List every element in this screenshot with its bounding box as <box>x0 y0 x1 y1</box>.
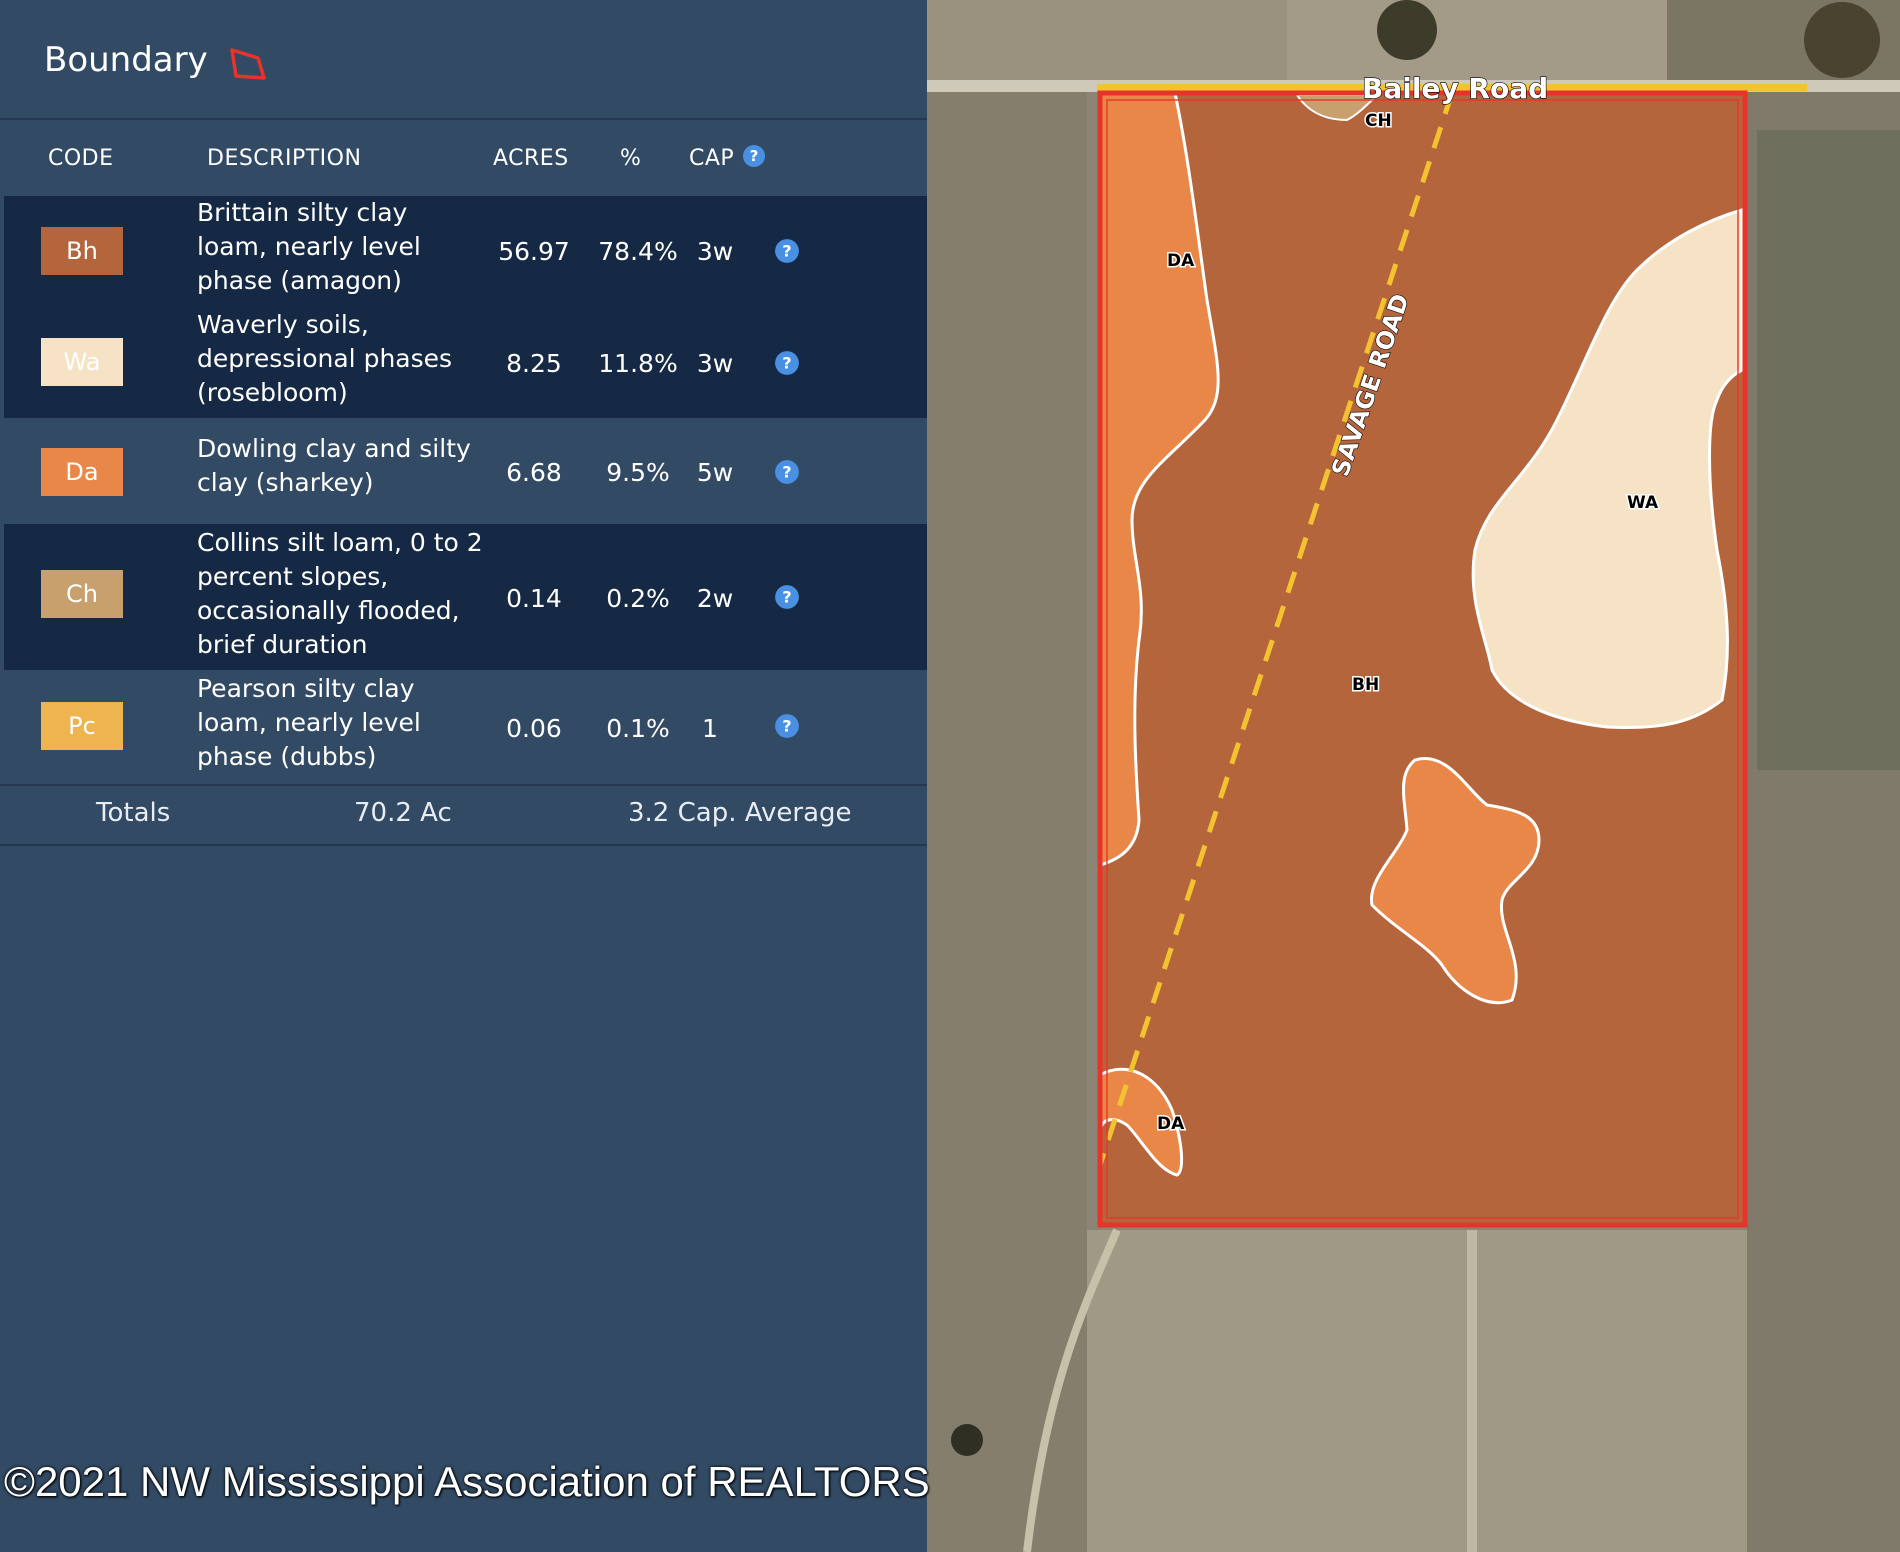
totals-label: Totals <box>96 798 171 828</box>
soil-description: Collins silt loam, 0 to 2 percent slopes… <box>197 526 487 662</box>
desc-line: phase (amagon) <box>197 266 402 295</box>
acres-value: 56.97 <box>498 237 570 266</box>
help-icon[interactable]: ? <box>774 459 800 485</box>
help-icon[interactable]: ? <box>774 713 800 739</box>
soil-code-swatch: Ch <box>41 570 123 618</box>
desc-line: (rosebloom) <box>197 378 348 407</box>
field-patch <box>1287 0 1667 80</box>
desc-line: brief duration <box>197 630 368 659</box>
desc-line: Brittain silty clay <box>197 198 408 227</box>
soil-label: BH <box>1352 675 1379 695</box>
desc-line: Collins silt loam, 0 to 2 <box>197 528 483 557</box>
soil-code-swatch: Bh <box>41 227 123 275</box>
svg-text:?: ? <box>782 716 791 735</box>
soil-description: Waverly soils, depressional phases (rose… <box>197 308 487 410</box>
acres-value: 0.14 <box>506 584 562 613</box>
boundary-polygon-icon[interactable] <box>228 44 268 82</box>
svg-text:?: ? <box>782 462 791 481</box>
cap-value: 3w <box>696 349 734 378</box>
table-row[interactable]: Wa Waverly soils, depressional phases (r… <box>4 306 927 418</box>
desc-line: occasionally flooded, <box>197 596 460 625</box>
soil-label: CH <box>1365 111 1392 131</box>
soil-map[interactable]: Bailey Road SAVAGE ROAD CH DA WA BH DA <box>927 0 1900 1552</box>
desc-line: loam, nearly level <box>197 708 421 737</box>
panel-title: Boundary <box>44 40 208 80</box>
cap-value: 5w <box>696 458 734 487</box>
col-code: CODE <box>48 146 114 171</box>
cap-value: 1 <box>702 714 718 743</box>
cap-value: 2w <box>696 584 734 613</box>
tree-cluster <box>1804 2 1880 78</box>
copyright-watermark: ©2021 NW Mississippi Association of REAL… <box>4 1458 930 1505</box>
col-description: DESCRIPTION <box>207 146 362 171</box>
table-header: CODE DESCRIPTION ACRES % CAP ? <box>0 120 927 196</box>
percent-value: 0.2% <box>606 584 670 613</box>
desc-line: depressional phases <box>197 344 453 373</box>
bailey-road-label: Bailey Road <box>1362 72 1548 105</box>
soil-label: DA <box>1157 1114 1185 1134</box>
percent-value: 11.8% <box>598 349 678 378</box>
soil-label: DA <box>1167 251 1195 271</box>
farm-lane <box>1467 1230 1477 1552</box>
help-icon[interactable]: ? <box>774 584 800 610</box>
totals-cap-average: 3.2 Cap. Average <box>628 798 852 828</box>
svg-text:?: ? <box>782 241 791 260</box>
soil-panel: Boundary CODE DESCRIPTION ACRES % CAP ? … <box>0 0 929 1552</box>
table-row[interactable]: Pc Pearson silty clay loam, nearly level… <box>4 670 927 784</box>
desc-line: phase (dubbs) <box>197 742 377 771</box>
percent-value: 9.5% <box>606 458 670 487</box>
soil-code-swatch: Da <box>41 448 123 496</box>
help-icon[interactable]: ? <box>742 144 766 168</box>
percent-value: 78.4% <box>598 237 678 266</box>
col-cap: CAP <box>689 146 735 171</box>
field-patch <box>1757 130 1900 770</box>
soil-code-swatch: Wa <box>41 338 123 386</box>
soil-code-swatch: Pc <box>41 702 123 750</box>
soil-label: WA <box>1627 493 1659 513</box>
svg-text:?: ? <box>750 147 759 165</box>
col-percent: % <box>620 146 642 171</box>
desc-line: loam, nearly level <box>197 232 421 261</box>
cap-value: 3w <box>696 237 734 266</box>
table-row[interactable]: Ch Collins silt loam, 0 to 2 percent slo… <box>4 524 927 670</box>
soil-description: Dowling clay and silty clay (sharkey) <box>197 432 487 500</box>
desc-line: Waverly soils, <box>197 310 369 339</box>
totals-row: Totals 70.2 Ac 3.2 Cap. Average <box>0 784 927 846</box>
table-row[interactable]: Da Dowling clay and silty clay (sharkey)… <box>4 418 927 524</box>
field-patch <box>927 0 1287 80</box>
tree-cluster <box>1377 0 1437 60</box>
soil-description: Pearson silty clay loam, nearly level ph… <box>197 672 487 774</box>
desc-line: Dowling clay and silty <box>197 434 471 463</box>
desc-line: percent slopes, <box>197 562 389 591</box>
acres-value: 0.06 <box>506 714 562 743</box>
percent-value: 0.1% <box>606 714 670 743</box>
table-row[interactable]: Bh Brittain silty clay loam, nearly leve… <box>4 196 927 306</box>
help-icon[interactable]: ? <box>774 350 800 376</box>
panel-header: Boundary <box>0 0 927 120</box>
tree-cluster <box>951 1424 983 1456</box>
soil-description: Brittain silty clay loam, nearly level p… <box>197 196 487 298</box>
col-acres: ACRES <box>493 146 569 171</box>
field-patch <box>927 90 1087 1552</box>
help-icon[interactable]: ? <box>774 238 800 264</box>
acres-value: 6.68 <box>506 458 562 487</box>
desc-line: Pearson silty clay <box>197 674 415 703</box>
desc-line: clay (sharkey) <box>197 468 374 497</box>
totals-acres: 70.2 Ac <box>354 798 452 828</box>
svg-text:?: ? <box>782 587 791 606</box>
field-patch <box>1087 1230 1747 1552</box>
svg-text:?: ? <box>782 353 791 372</box>
acres-value: 8.25 <box>506 349 562 378</box>
